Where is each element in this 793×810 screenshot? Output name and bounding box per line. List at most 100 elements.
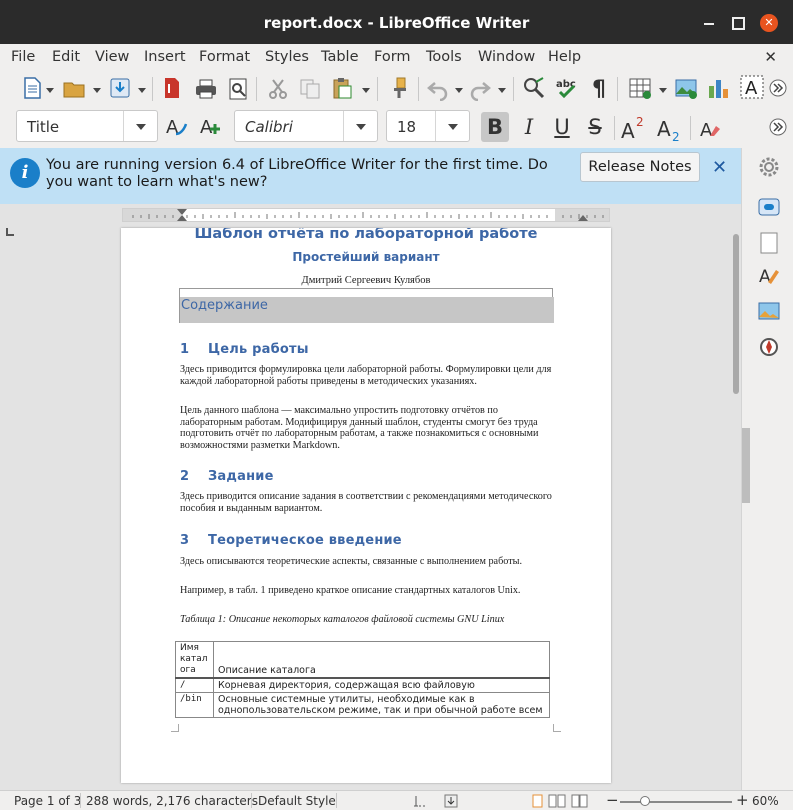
zoom-slider-knob[interactable] [640,796,650,806]
chevron-down-icon[interactable] [123,111,157,141]
subscript-icon[interactable]: A2 [656,114,684,142]
vertical-scrollbar[interactable] [731,204,741,790]
window-title: report.docx - LibreOffice Writer [263,14,530,32]
font-size-value: 18 [397,118,417,136]
underline-button[interactable]: U [548,112,576,142]
properties-icon[interactable] [758,196,780,218]
font-size-combo[interactable]: 18 [386,110,470,142]
menu-insert[interactable]: Insert [144,49,186,65]
directory-table[interactable]: Имя катал ога Описание каталога / Корнев… [175,641,550,718]
close-window-button[interactable]: ✕ [760,14,778,32]
menu-help[interactable]: Help [548,49,581,65]
menu-format[interactable]: Format [199,49,250,65]
toc-heading-bg: Содержание [180,297,554,323]
paragraph: Например, в табл. 1 приведено краткое оп… [180,585,521,596]
menu-table[interactable]: Table [321,49,359,65]
paragraph-style-combo[interactable]: Title [16,110,158,142]
view-layout-icons[interactable] [532,794,592,808]
page-icon[interactable] [758,232,780,254]
paste-dropdown-icon[interactable] [362,88,370,93]
info-message: You are running version 6.4 of LibreOffi… [46,157,548,190]
save-icon[interactable] [108,76,132,100]
minimize-button[interactable] [700,13,718,31]
print-preview-icon[interactable] [226,77,250,101]
close-infobar-icon[interactable]: ✕ [712,157,727,178]
svg-text:A: A [745,78,758,99]
sidebar-collapse-handle[interactable] [742,428,750,503]
update-style-icon[interactable]: A [164,114,188,138]
undo-icon[interactable] [426,77,450,101]
close-document-icon[interactable]: ✕ [764,48,777,66]
save-dropdown-icon[interactable] [138,88,146,93]
release-notes-button[interactable]: Release Notes [580,152,700,182]
margin-corner [171,724,179,732]
strikethrough-button[interactable]: S [581,112,609,142]
zoom-out-icon[interactable]: − [606,791,619,809]
insert-image-icon[interactable] [674,76,698,100]
insert-table-icon[interactable] [628,76,652,100]
undo-dropdown-icon[interactable] [455,88,463,93]
more-formatting-icon[interactable] [768,117,788,137]
menu-window[interactable]: Window [478,49,535,65]
status-bar: Page 1 of 3 288 words, 2,176 characters … [0,790,793,810]
zoom-level[interactable]: 60% [752,794,779,808]
svg-text:A: A [759,267,771,286]
clone-formatting-icon[interactable] [388,76,412,100]
formatting-marks-icon[interactable]: ¶ [588,76,612,100]
menu-edit[interactable]: Edit [52,49,80,65]
sidebar-deck: A [741,148,793,790]
spelling-icon[interactable]: abc [555,76,579,100]
cut-icon[interactable] [266,77,290,101]
menu-form[interactable]: Form [374,49,411,65]
insert-mode-icon[interactable] [414,795,428,807]
menu-styles[interactable]: Styles [265,49,309,65]
paste-icon[interactable] [330,76,354,100]
new-dropdown-icon[interactable] [46,88,54,93]
paragraph-style-value: Title [27,118,60,136]
selection-mode-icon[interactable] [444,794,458,808]
gear-icon[interactable] [758,156,780,178]
copy-icon[interactable] [298,77,322,101]
insert-chart-icon[interactable] [706,76,730,100]
zoom-in-icon[interactable]: + [736,791,749,809]
horizontal-ruler[interactable] [122,208,610,222]
word-count[interactable]: 288 words, 2,176 characters [86,794,258,808]
svg-text:A: A [621,119,635,142]
redo-dropdown-icon[interactable] [498,88,506,93]
italic-button[interactable]: I [515,112,543,142]
page-count[interactable]: Page 1 of 3 [14,794,81,808]
gallery-icon[interactable] [758,300,780,322]
toc-frame[interactable]: Содержание [179,288,554,323]
table-dropdown-icon[interactable] [659,88,667,93]
doc-author: Дмитрий Сергеевич Кулябов [301,275,431,286]
document-page[interactable]: Шаблон отчёта по лабораторной работе Про… [121,228,611,783]
export-pdf-icon[interactable] [160,76,184,100]
print-icon[interactable] [194,77,218,101]
open-dropdown-icon[interactable] [93,88,101,93]
zoom-slider[interactable] [620,801,732,803]
find-replace-icon[interactable] [522,76,546,100]
scrollbar-thumb[interactable] [733,234,739,394]
chevron-down-icon[interactable] [435,111,469,141]
superscript-icon[interactable]: A2 [620,114,648,142]
maximize-button[interactable] [728,13,746,31]
svg-text:A: A [657,117,671,141]
new-document-icon[interactable] [20,76,44,100]
menu-tools[interactable]: Tools [426,49,462,65]
insert-textbox-icon[interactable]: A [740,75,764,99]
new-style-icon[interactable]: A [198,114,222,138]
menu-view[interactable]: View [95,49,129,65]
styles-icon[interactable]: A [758,264,780,286]
open-folder-icon[interactable] [62,77,86,101]
tab-stop-icon[interactable] [6,228,14,236]
menu-file[interactable]: File [11,49,35,65]
more-toolbar-icon[interactable] [768,78,788,98]
clear-formatting-icon[interactable]: A [698,116,722,140]
page-style[interactable]: Default Style [258,794,336,808]
navigator-icon[interactable] [758,336,780,358]
bold-button[interactable]: B [481,112,509,142]
redo-icon[interactable] [468,77,492,101]
font-name-combo[interactable]: Calibri [234,110,378,142]
margin-corner [553,724,561,732]
chevron-down-icon[interactable] [343,111,377,141]
